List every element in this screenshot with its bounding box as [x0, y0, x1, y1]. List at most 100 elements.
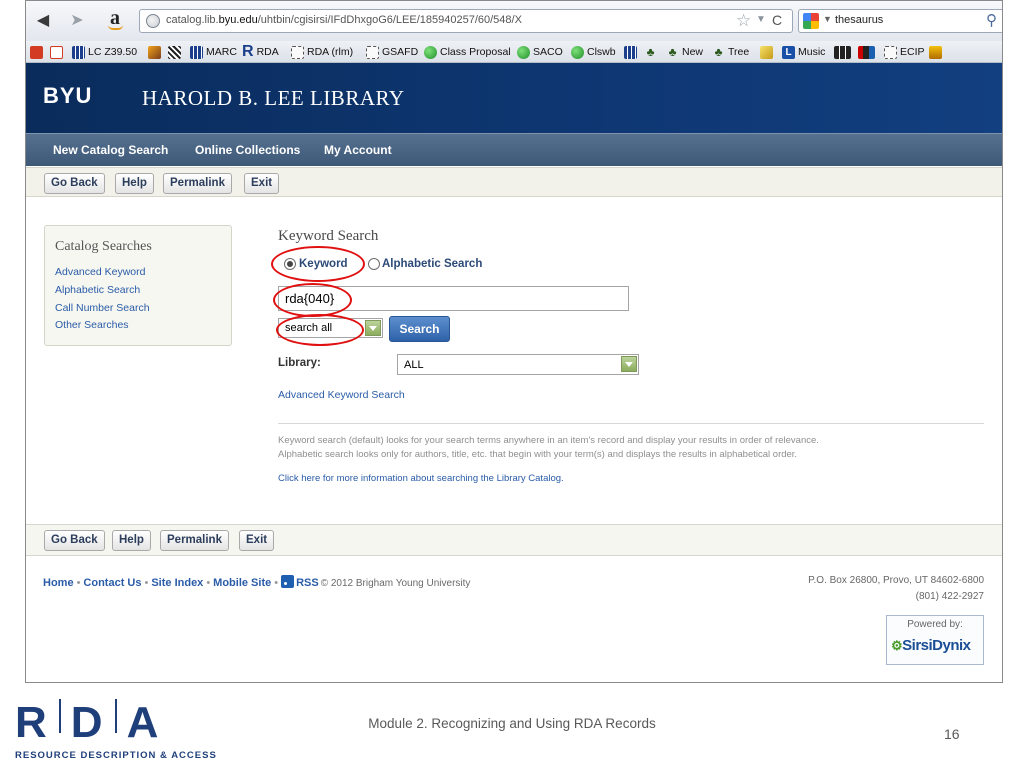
keyword-search-value[interactable]: rda{040}: [285, 291, 334, 306]
globe-icon: [146, 14, 160, 28]
bookmark-item[interactable]: [50, 44, 63, 60]
footer-link-home[interactable]: Home: [43, 577, 74, 589]
keyword-search-input[interactable]: rda{040}: [278, 286, 629, 311]
address-bar[interactable]: catalog.lib.byu.edu/uhtbin/cgisirsi/IFdD…: [139, 9, 793, 33]
help-text-keyword: Keyword search (default) looks for your …: [278, 435, 819, 446]
bookmark-item[interactable]: RDA (rlm): [291, 44, 353, 60]
library-header: BYU HAROLD B. LEE LIBRARY: [26, 63, 1002, 133]
help-text-alphabetic: Alphabetic search looks only for authors…: [278, 449, 798, 460]
chevron-down-icon[interactable]: [621, 356, 637, 372]
url-domain: byu.edu: [218, 14, 258, 26]
browser-search-box[interactable]: ▼ thesaurus ⚲: [798, 9, 1002, 33]
help-button[interactable]: Help: [115, 173, 154, 194]
bookmark-item[interactable]: ♣: [644, 44, 657, 60]
bookmark-item[interactable]: GSAFD: [366, 44, 418, 60]
sidebar-link-other-searches[interactable]: Other Searches: [55, 319, 129, 331]
library-select[interactable]: ALL: [397, 354, 639, 375]
bookmark-item[interactable]: Clswb: [571, 44, 616, 60]
bookmark-icon: [168, 45, 181, 59]
footer-link-contact-us[interactable]: Contact Us: [83, 577, 141, 589]
byu-logo[interactable]: BYU: [43, 83, 92, 109]
slide-page-number: 16: [944, 726, 960, 742]
bookmark-item[interactable]: LC Z39.50: [72, 44, 137, 60]
search-button[interactable]: Search: [389, 316, 450, 342]
help-button[interactable]: Help: [112, 530, 151, 551]
bookmark-item[interactable]: ECIP: [884, 44, 925, 60]
bookmark-item[interactable]: [148, 44, 161, 60]
tree-icon: ♣: [714, 44, 723, 59]
star-icon[interactable]: ☆: [736, 11, 751, 31]
more-info-link[interactable]: Click here for more information about se…: [278, 473, 564, 484]
sidebar-link-alphabetic-search[interactable]: Alphabetic Search: [55, 284, 140, 296]
bookmark-label: Music: [798, 46, 826, 58]
footer-link-rss[interactable]: RSS: [296, 577, 319, 589]
exit-button[interactable]: Exit: [244, 173, 280, 194]
footer-link-mobile-site[interactable]: Mobile Site: [213, 577, 271, 589]
back-arrow-icon[interactable]: ◀: [32, 10, 54, 32]
sirsidynix-logo-text: SirsiDynix: [902, 637, 971, 654]
r-logo-icon: R: [242, 43, 254, 60]
bookmark-label: New: [682, 46, 704, 58]
keyword-radio-label[interactable]: Keyword: [299, 258, 348, 270]
permalink-button[interactable]: Permalink: [163, 173, 232, 194]
bookmark-item[interactable]: [760, 44, 773, 60]
keyword-radio[interactable]: [284, 258, 296, 270]
google-icon[interactable]: [803, 13, 819, 29]
bookmark-item[interactable]: [30, 44, 43, 60]
chevron-down-icon[interactable]: [365, 320, 381, 336]
library-select-value[interactable]: ALL: [404, 359, 424, 371]
go-back-button[interactable]: Go Back: [44, 173, 105, 194]
url-text[interactable]: catalog.lib.byu.edu/uhtbin/cgisirsi/IFdD…: [166, 14, 522, 26]
search-scope-select[interactable]: search all: [278, 318, 383, 338]
advanced-keyword-search-link[interactable]: Advanced Keyword Search: [278, 389, 405, 401]
url-dropdown-icon[interactable]: ▼: [756, 14, 766, 25]
folder-icon: [291, 45, 304, 59]
bookmark-icon: [929, 45, 942, 59]
browser-screenshot: ◀ ➤ a catalog.lib.byu.edu/uhtbin/cgisirs…: [25, 0, 1003, 683]
separator: •: [76, 577, 81, 589]
nav-new-catalog-search[interactable]: New Catalog Search: [53, 143, 168, 157]
nav-my-account[interactable]: My Account: [324, 143, 392, 157]
reload-icon[interactable]: C: [772, 12, 782, 28]
exit-button[interactable]: Exit: [239, 530, 275, 551]
bookmark-item[interactable]: L Music: [782, 44, 825, 60]
footer-link-site-index[interactable]: Site Index: [151, 577, 203, 589]
magnifier-icon[interactable]: ⚲: [986, 11, 997, 29]
green-circle-icon: [571, 45, 584, 59]
bookmark-item[interactable]: [834, 44, 851, 60]
alphabetic-search-radio-label[interactable]: Alphabetic Search: [382, 258, 482, 270]
bookmark-item[interactable]: ♣ Tree: [712, 44, 750, 60]
bookmark-label: RDA (rlm): [307, 46, 354, 58]
nav-online-collections[interactable]: Online Collections: [195, 143, 300, 157]
bookmark-item[interactable]: SACO: [517, 44, 563, 60]
bookmark-icon: [30, 45, 43, 59]
permalink-button[interactable]: Permalink: [160, 530, 229, 551]
sidebar-link-advanced-keyword[interactable]: Advanced Keyword: [55, 266, 145, 278]
bookmark-item[interactable]: [858, 44, 875, 60]
bookmark-item[interactable]: Class Proposal: [424, 44, 511, 60]
separator: •: [206, 577, 211, 589]
rda-logo: RDA RESOURCE DESCRIPTION & ACCESS: [15, 699, 243, 763]
go-back-button[interactable]: Go Back: [44, 530, 105, 551]
sidebar-link-call-number-search[interactable]: Call Number Search: [55, 302, 150, 314]
bookmark-item[interactable]: [929, 44, 942, 60]
top-button-toolbar: Go Back Help Permalink Exit: [26, 167, 1002, 197]
search-scope-value[interactable]: search all: [285, 322, 332, 334]
powered-by-badge[interactable]: Powered by: ⚙SirsiDynix: [886, 615, 984, 665]
rss-icon[interactable]: [281, 575, 295, 588]
engine-dropdown-icon[interactable]: ▼: [823, 14, 832, 24]
amazon-icon[interactable]: a: [104, 8, 126, 31]
browser-search-input[interactable]: thesaurus: [835, 14, 883, 26]
library-title[interactable]: HAROLD B. LEE LIBRARY: [142, 86, 405, 111]
folder-icon: [884, 45, 897, 59]
alphabetic-search-radio[interactable]: [368, 258, 380, 270]
bookmark-item[interactable]: MARC: [190, 44, 237, 60]
bookmark-item[interactable]: [624, 44, 637, 60]
bookmark-label: LC Z39.50: [88, 46, 138, 58]
bookmark-item[interactable]: R RDA: [242, 44, 279, 60]
main-nav: New Catalog Search Online Collections My…: [26, 133, 1002, 166]
forward-arrow-icon[interactable]: ➤: [66, 10, 88, 32]
bookmark-item[interactable]: [168, 44, 181, 60]
bookmark-item[interactable]: ♣ New: [666, 44, 703, 60]
url-path: /uhtbin/cgisirsi/IFdDhxgoG6/LEE/18594025…: [257, 14, 522, 26]
